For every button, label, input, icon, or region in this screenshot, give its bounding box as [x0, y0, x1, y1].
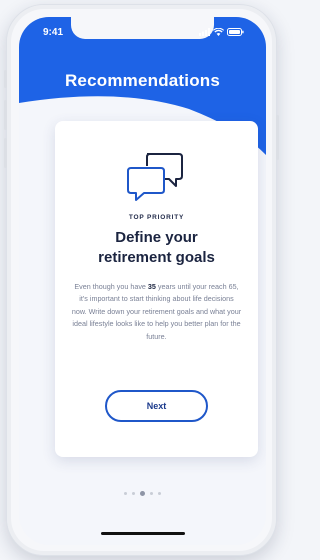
priority-label: TOP PRIORITY — [128, 214, 185, 221]
wifi-icon — [213, 28, 224, 36]
recommendation-card: TOP PRIORITY Define your retirement goal… — [55, 121, 258, 457]
home-indicator[interactable] — [101, 532, 185, 535]
signal-icon — [199, 28, 210, 36]
next-button[interactable]: Next — [105, 390, 208, 422]
phone-frame: 9:41 Recommendations TOP PRIORITY Define… — [6, 4, 277, 556]
volume-down-button — [4, 138, 7, 168]
years-value: 35 — [147, 282, 156, 291]
status-icons — [199, 28, 244, 36]
page-dot[interactable] — [158, 492, 161, 495]
card-heading-line1: Define your — [115, 229, 198, 246]
status-time: 9:41 — [43, 26, 64, 38]
pagination-dots — [19, 491, 266, 496]
card-heading: Define your retirement goals — [63, 228, 250, 268]
screen: 9:41 Recommendations TOP PRIORITY Define… — [19, 17, 266, 545]
battery-icon — [227, 28, 244, 36]
page-dot-active[interactable] — [140, 491, 145, 496]
card-heading-line2: retirement goals — [98, 249, 215, 266]
card-description: Even though you have 35 years until your… — [71, 281, 242, 343]
page-title: Recommendations — [64, 71, 221, 90]
page-dot[interactable] — [124, 492, 127, 495]
status-bar: 9:41 — [19, 17, 266, 47]
page-dot[interactable] — [132, 492, 135, 495]
page-dot[interactable] — [150, 492, 153, 495]
chat-bubbles-icon — [127, 153, 183, 201]
power-button — [276, 115, 279, 160]
description-start: Even though you have — [74, 282, 148, 291]
volume-up-button — [4, 100, 7, 130]
silent-switch — [4, 70, 7, 88]
